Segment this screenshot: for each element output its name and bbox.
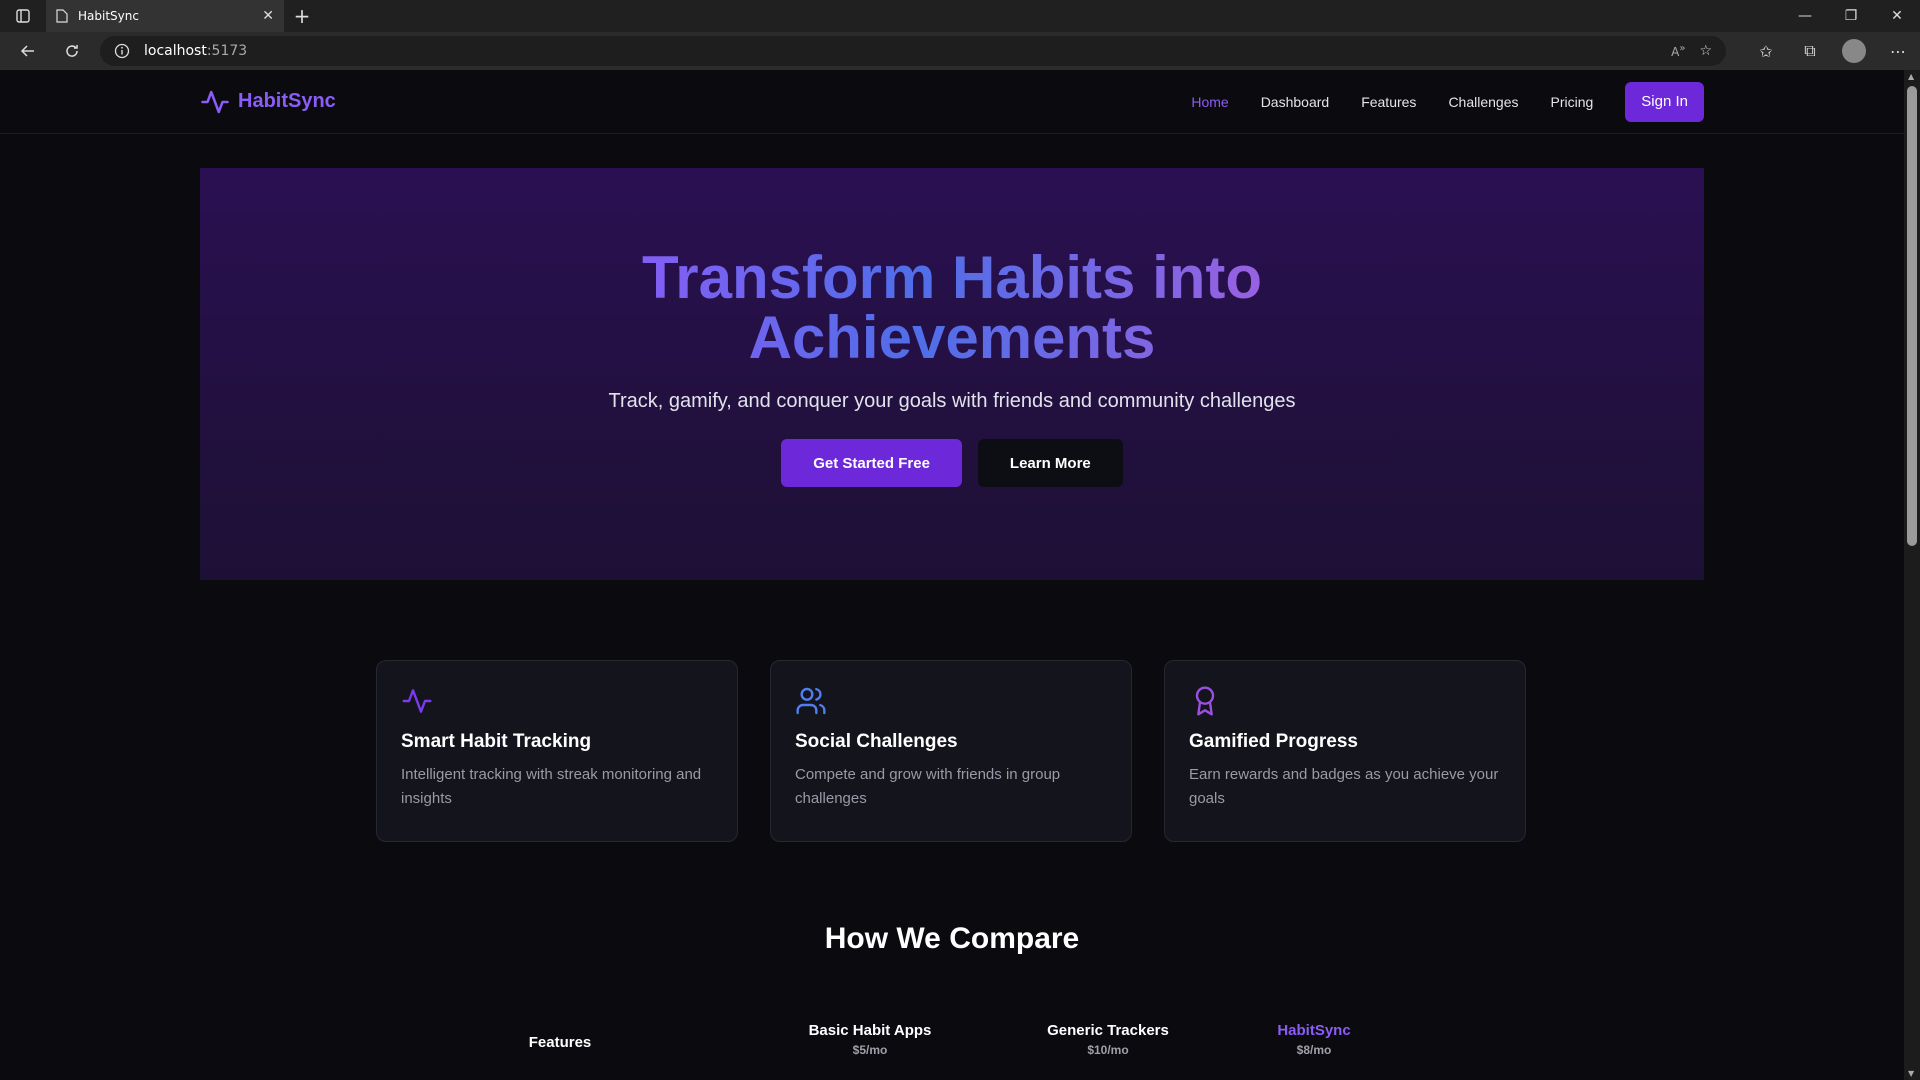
site-info-icon[interactable] (114, 43, 130, 59)
close-tab-icon[interactable]: ✕ (262, 8, 274, 24)
compare-features-header: Features (500, 1034, 620, 1051)
compare-column-price: $8/mo (1296, 1043, 1332, 1057)
restore-icon[interactable]: ❐ (1828, 0, 1874, 32)
feature-card: Smart Habit Tracking Intelligent trackin… (376, 660, 738, 842)
scroll-down-icon[interactable]: ▼ (1908, 1069, 1914, 1078)
page-viewport: HabitSync Home Dashboard Features Challe… (0, 70, 1904, 1080)
feature-description: Intelligent tracking with streak monitor… (401, 766, 702, 807)
compare-column-name: Basic Habit Apps (808, 1022, 932, 1039)
hero-title-line2: Achievements (748, 304, 1156, 371)
favorites-icon[interactable]: ✩ (1744, 32, 1788, 70)
sign-in-button[interactable]: Sign In (1625, 81, 1704, 122)
feature-title: Social Challenges (795, 731, 958, 752)
compare-features-label: Features (528, 1034, 592, 1051)
hero-title: Transform Habits into Achievements (602, 248, 1302, 368)
compare-title: How We Compare (824, 922, 1080, 955)
feature-card: Gamified Progress Earn rewards and badge… (1164, 660, 1526, 842)
nav-challenges[interactable]: Challenges (1448, 94, 1518, 110)
add-favorite-icon[interactable]: ☆ (1699, 43, 1712, 59)
window-controls: — ❐ ✕ (1782, 0, 1920, 32)
activity-icon (401, 685, 713, 717)
learn-more-button[interactable]: Learn More (977, 439, 1123, 487)
url-text[interactable]: localhost:5173 (144, 43, 1657, 59)
nav-features[interactable]: Features (1361, 94, 1416, 110)
page-icon (56, 9, 68, 23)
features-grid: Smart Habit Tracking Intelligent trackin… (376, 660, 1528, 842)
feature-description: Compete and grow with friends in group c… (795, 766, 1061, 807)
read-aloud-icon[interactable]: A» (1671, 43, 1685, 59)
logo[interactable]: HabitSync (200, 87, 336, 117)
users-icon (795, 685, 1107, 717)
logo-text: HabitSync (238, 90, 336, 112)
tab-title: HabitSync (78, 9, 139, 23)
award-icon (1189, 685, 1501, 717)
feature-title: Gamified Progress (1189, 731, 1358, 752)
nav-dashboard[interactable]: Dashboard (1261, 94, 1330, 110)
activity-logo-icon (201, 90, 229, 113)
reload-icon[interactable] (50, 32, 94, 70)
collections-icon[interactable]: ⧉ (1788, 32, 1832, 70)
get-started-button[interactable]: Get Started Free (781, 439, 962, 487)
compare-column: Basic Habit Apps $5/mo (780, 1022, 960, 1057)
browser-actions: ✩ ⧉ ⋯ (1744, 32, 1920, 70)
profile-icon[interactable] (1832, 32, 1876, 70)
main-nav: Home Dashboard Features Challenges Prici… (1191, 81, 1704, 122)
browser-tab-bar: HabitSync ✕ + — ❐ ✕ (0, 0, 1920, 32)
back-icon[interactable] (6, 32, 50, 70)
page-scrollbar[interactable]: ▲ ▼ (1904, 70, 1920, 1080)
compare-column-name: HabitSync (1277, 1022, 1351, 1039)
nav-home[interactable]: Home (1191, 94, 1228, 110)
compare-column-price: $10/mo (1087, 1043, 1129, 1057)
scroll-up-icon[interactable]: ▲ (1908, 72, 1914, 81)
feature-description: Earn rewards and badges as you achieve y… (1189, 766, 1499, 807)
scrollbar-thumb[interactable] (1907, 86, 1917, 546)
feature-card: Social Challenges Compete and grow with … (770, 660, 1132, 842)
site-header: HabitSync Home Dashboard Features Challe… (0, 70, 1904, 134)
compare-column-name: Generic Trackers (1047, 1022, 1169, 1039)
close-window-icon[interactable]: ✕ (1874, 0, 1920, 32)
new-tab-icon[interactable]: + (284, 0, 320, 32)
compare-column: Generic Trackers $10/mo (1018, 1022, 1198, 1057)
more-menu-icon[interactable]: ⋯ (1876, 32, 1920, 70)
feature-title: Smart Habit Tracking (401, 731, 592, 752)
tab-actions-menu-icon[interactable] (0, 0, 46, 32)
browser-tab[interactable]: HabitSync ✕ (46, 0, 284, 32)
nav-pricing[interactable]: Pricing (1551, 94, 1594, 110)
compare-column-habitsync: HabitSync $8/mo (1224, 1022, 1404, 1057)
hero-actions: Get Started Free Learn More (781, 439, 1123, 487)
hero-section: Transform Habits into Achievements Track… (200, 168, 1704, 580)
hero-title-line1: Transform Habits into (641, 244, 1263, 311)
address-bar[interactable]: localhost:5173 A» ☆ (100, 36, 1726, 66)
hero-subtitle: Track, gamify, and conquer your goals wi… (608, 390, 1296, 412)
compare-column-price: $5/mo (852, 1043, 888, 1057)
browser-toolbar: localhost:5173 A» ☆ ✩ ⧉ ⋯ (0, 32, 1920, 70)
minimize-icon[interactable]: — (1782, 0, 1828, 32)
